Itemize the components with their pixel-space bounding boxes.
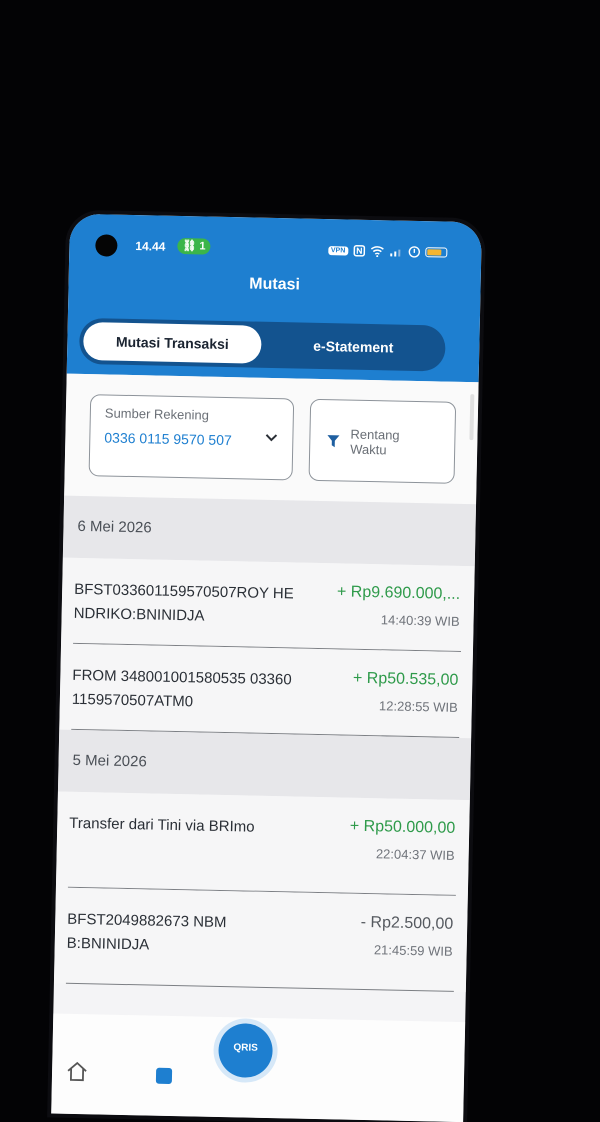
transaction-row[interactable]: FROM 348001001580535 033601159570507ATM0… (59, 643, 473, 739)
time-range-button[interactable]: Rentang Waktu (308, 398, 457, 484)
date-header: 5 Mei 2026 (57, 729, 472, 801)
page-title: Mutasi (249, 275, 301, 294)
app-header: 14.44 ⛓ 1 VPN Mutasi Mutasi Transaksi e-… (66, 213, 482, 383)
signal-icon (390, 249, 401, 257)
transaction-description: BFST033601159570507ROY HENDRIKO:BNINIDJA (73, 580, 294, 625)
status-bar: 14.44 ⛓ 1 VPN (69, 228, 481, 261)
filter-area: Sumber Rekening 0336 0115 9570 507 Renta… (64, 373, 479, 505)
transaction-time: 21:45:59 WIB (373, 942, 453, 959)
camera-cutout (95, 234, 118, 257)
transaction-time: 12:28:55 WIB (378, 698, 458, 715)
tab-bar: Mutasi Transaksi e-Statement (78, 317, 446, 372)
transaction-time: 14:40:39 WIB (380, 612, 460, 629)
wifi-icon (370, 246, 384, 258)
phone-screen: 14.44 ⛓ 1 VPN Mutasi Mutasi Transaksi e-… (51, 213, 482, 1122)
tab-e-statement[interactable]: e-Statement (265, 326, 442, 368)
date-header: 6 Mei 2026 (62, 495, 477, 567)
status-time: 14.44 (135, 239, 166, 254)
mutasi-icon[interactable] (155, 1067, 173, 1085)
home-icon[interactable] (66, 1060, 88, 1082)
nfc-icon (353, 244, 366, 257)
sim-indicator-number: 1 (199, 240, 206, 253)
transaction-description: FROM 348001001580535 033601159570507ATM0 (71, 666, 292, 711)
sim-indicator-badge: ⛓ 1 (177, 237, 211, 255)
divider (65, 982, 454, 992)
transaction-row[interactable]: Transfer dari Tini via BRImo + Rp50.000,… (55, 791, 470, 897)
battery-icon (425, 247, 448, 258)
qris-button[interactable]: QRIS (217, 1022, 274, 1079)
shield-icon (408, 246, 421, 258)
scroll-indicator (469, 394, 475, 441)
qris-label: QRIS (233, 1042, 258, 1054)
transaction-description: Transfer dari Tini via BRImo (69, 814, 255, 836)
tab-mutasi-transaksi[interactable]: Mutasi Transaksi (82, 321, 262, 364)
vpn-badge: VPN (327, 245, 349, 256)
status-icons: VPN (327, 241, 448, 261)
transaction-row[interactable]: BFST033601159570507ROY HENDRIKO:BNINIDJA… (61, 557, 475, 653)
battery-fill (427, 249, 442, 256)
chevron-down-icon (265, 434, 278, 442)
transaction-amount: - Rp2.500,00 (360, 913, 454, 933)
transaction-row[interactable]: BFST2049882673 NBMB:BNINIDJA - Rp2.500,0… (53, 887, 468, 993)
source-account-label: Sumber Rekening (104, 405, 210, 423)
transaction-description: BFST2049882673 NBMB:BNINIDJA (66, 910, 227, 954)
bottom-nav: QRIS (51, 1013, 466, 1122)
time-range-label: Rentang Waktu (350, 426, 400, 458)
transaction-amount: + Rp50.000,00 (349, 817, 456, 837)
filter-icon (327, 435, 340, 448)
source-account-value: 0336 0115 9570 507 (104, 429, 232, 449)
transaction-time: 22:04:37 WIB (375, 846, 455, 863)
transaction-amount: + Rp50.535,00 (352, 669, 459, 689)
transaction-amount: + Rp9.690.000,... (336, 583, 461, 603)
source-account-dropdown[interactable]: Sumber Rekening 0336 0115 9570 507 (88, 394, 295, 481)
